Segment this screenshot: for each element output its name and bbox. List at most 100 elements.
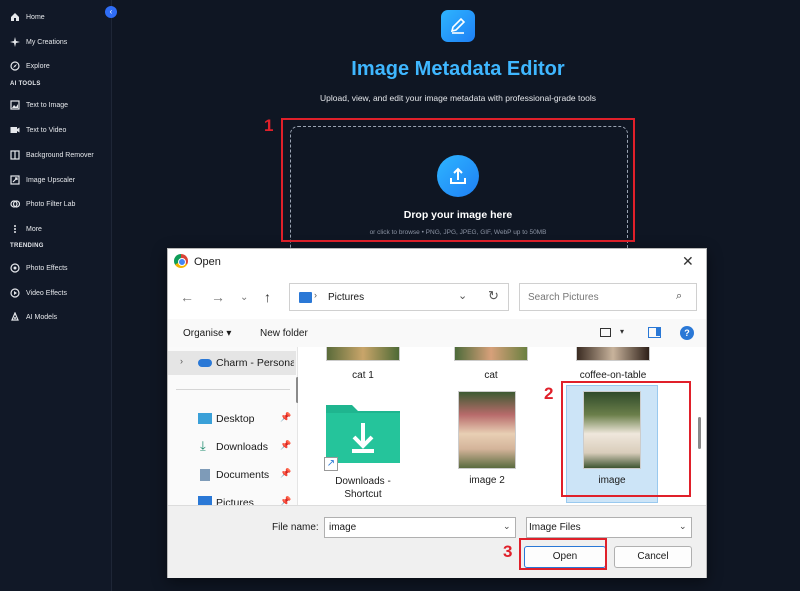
chevron-right-icon: › xyxy=(314,290,317,300)
pictures-folder-icon xyxy=(299,292,312,303)
refresh-icon[interactable]: ↻ xyxy=(488,288,499,304)
view-icon[interactable] xyxy=(600,328,611,337)
sidebar-item-label: Photo Filter Lab xyxy=(26,200,76,208)
sidebar-item-text-to-image[interactable]: Text to Image xyxy=(10,96,68,114)
folder-shortcut-downloads[interactable]: ↗ xyxy=(324,399,402,471)
sidebar-item-photo-filter-lab[interactable]: Photo Filter Lab xyxy=(10,195,75,213)
image-icon xyxy=(10,100,20,110)
sidebar-item-label: Home xyxy=(26,13,45,21)
chevron-down-icon[interactable]: ⌄ xyxy=(458,289,467,302)
sidebar-item-label: More xyxy=(26,225,42,233)
file-label[interactable]: image 2 xyxy=(444,475,530,486)
annotation-box-3 xyxy=(519,538,607,570)
ai-models-icon xyxy=(10,311,20,322)
cancel-button[interactable]: Cancel xyxy=(614,546,692,568)
sidebar-item-video-effects[interactable]: Video Effects xyxy=(10,284,67,302)
file-thumbnail-image-2[interactable] xyxy=(458,391,516,469)
sidebar-item-background-remover[interactable]: Background Remover xyxy=(10,146,94,164)
sidebar-item-label: Background Remover xyxy=(26,151,94,159)
chevron-down-icon[interactable]: ⌄ xyxy=(679,521,687,532)
effects-icon xyxy=(10,263,20,273)
sidebar-item-label: Image Upscaler xyxy=(26,176,76,184)
sidebar-item-explore[interactable]: Explore xyxy=(10,57,50,75)
annotation-box-2 xyxy=(561,381,691,497)
annotation-box-1 xyxy=(281,118,635,242)
compass-icon xyxy=(10,61,20,71)
nav-item-downloads[interactable]: ⤓ Downloads 📌 xyxy=(168,435,296,459)
file-label[interactable]: coffee-on-table xyxy=(566,370,660,381)
page-subtitle: Upload, view, and edit your image metada… xyxy=(320,93,596,103)
sidebar-item-text-to-video[interactable]: Text to Video xyxy=(10,121,66,139)
navigation-pane: › Charm - Persona Desktop 📌 ⤓ Downloads … xyxy=(168,347,299,509)
sidebar-item-ai-models[interactable]: AI Models xyxy=(10,308,57,326)
search-icon: ⌕ xyxy=(676,290,683,302)
upscale-icon xyxy=(10,175,20,185)
file-label[interactable]: cat xyxy=(444,370,538,381)
nav-item-onedrive[interactable]: › Charm - Persona xyxy=(168,351,296,375)
file-thumbnail-coffee-on-table[interactable] xyxy=(576,347,650,361)
edit-pen-icon xyxy=(450,17,466,34)
preview-pane-icon[interactable] xyxy=(648,327,661,338)
sidebar-item-my-creations[interactable]: My Creations xyxy=(10,33,67,51)
sidebar-item-image-upscaler[interactable]: Image Upscaler xyxy=(10,171,75,189)
annotation-number-1: 1 xyxy=(264,116,274,135)
nav-item-label: Desktop xyxy=(216,413,255,425)
help-icon[interactable]: ? xyxy=(680,326,694,340)
nav-item-documents[interactable]: Documents 📌 xyxy=(168,463,296,487)
sidebar-item-label: Explore xyxy=(26,62,50,70)
nav-item-desktop[interactable]: Desktop 📌 xyxy=(168,407,296,431)
pin-icon: 📌 xyxy=(280,440,292,450)
file-name-value: image xyxy=(329,522,357,533)
file-thumbnail-cat[interactable] xyxy=(454,347,528,361)
forward-arrow-icon[interactable]: → xyxy=(211,289,225,305)
address-path: Pictures xyxy=(328,292,365,303)
nav-item-label: Documents xyxy=(216,469,270,481)
pin-icon: 📌 xyxy=(280,468,292,478)
sparkle-icon xyxy=(10,37,20,47)
nav-item-label: Charm - Persona xyxy=(216,357,294,369)
sidebar-item-label: Video Effects xyxy=(26,289,67,297)
new-folder-button[interactable]: New folder xyxy=(260,328,308,339)
up-arrow-icon[interactable]: ↑ xyxy=(264,289,271,305)
recent-chevron-down-icon[interactable]: ⌄ xyxy=(240,292,248,303)
onedrive-icon xyxy=(198,359,212,367)
download-icon: ⤓ xyxy=(200,438,206,453)
nav-item-label: Downloads xyxy=(216,441,268,453)
search-input[interactable]: Search Pictures ⌕ xyxy=(519,283,697,311)
annotation-number-2: 2 xyxy=(544,384,554,403)
back-arrow-icon[interactable]: ← xyxy=(180,289,194,305)
sidebar-item-home[interactable]: Home xyxy=(10,8,45,26)
navigation-bar: ← → ⌄ ↑ › Pictures ⌄ ↻ Search Pictures ⌕ xyxy=(168,275,706,319)
file-label[interactable]: Downloads - Shortcut xyxy=(314,475,412,501)
sidebar-section-trending: TRENDING xyxy=(10,243,44,249)
expand-chevron-icon: › xyxy=(180,356,183,366)
sidebar-item-label: My Creations xyxy=(26,38,68,46)
desktop-icon xyxy=(198,413,212,424)
close-icon[interactable]: ✕ xyxy=(682,253,694,270)
file-thumbnail-cat-1[interactable] xyxy=(326,347,400,361)
shortcut-arrow-icon: ↗ xyxy=(324,457,338,471)
file-name-input[interactable]: image ⌄ xyxy=(324,517,516,538)
nav-divider xyxy=(176,389,290,390)
sidebar-item-photo-effects[interactable]: Photo Effects xyxy=(10,259,68,277)
filter-icon xyxy=(10,199,21,209)
video-effects-icon xyxy=(10,288,20,298)
sidebar: Home My Creations Explore AI TOOLS Text … xyxy=(0,0,112,591)
organise-button[interactable]: Organise ▾ xyxy=(183,328,231,339)
view-dropdown-icon[interactable]: ▾ xyxy=(620,327,624,336)
chevron-down-icon[interactable]: ⌄ xyxy=(503,521,511,532)
dialog-titlebar: Open ✕ xyxy=(168,249,706,275)
layers-icon xyxy=(10,150,20,160)
sidebar-item-label: Text to Image xyxy=(26,101,69,109)
sidebar-item-label: Text to Video xyxy=(26,126,67,134)
dialog-toolbar: Organise ▾ New folder ▾ ? xyxy=(168,319,706,347)
file-type-select[interactable]: Image Files ⌄ xyxy=(526,517,692,538)
address-bar[interactable]: › Pictures ⌄ ↻ xyxy=(289,283,509,311)
documents-icon xyxy=(200,469,210,481)
chrome-icon xyxy=(174,254,188,268)
file-grid-scrollbar[interactable] xyxy=(698,417,701,449)
file-label[interactable]: cat 1 xyxy=(316,370,410,381)
home-icon xyxy=(10,12,20,22)
sidebar-item-more[interactable]: More xyxy=(10,220,42,238)
collapse-sidebar-button[interactable]: ‹ xyxy=(105,6,117,18)
